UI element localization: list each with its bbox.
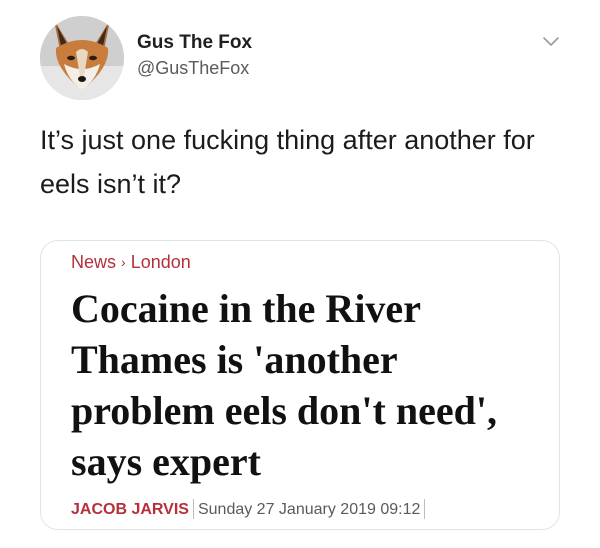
article-headline[interactable]: Cocaine in the River Thames is 'another … [71, 283, 531, 487]
byline-divider-end [424, 499, 426, 519]
tweet: Gus The Fox @GusTheFox It’s just one fuc… [0, 0, 600, 548]
breadcrumb-london[interactable]: London [131, 252, 191, 272]
author-name[interactable]: JACOB JARVIS [71, 501, 189, 518]
breadcrumb-news[interactable]: News [71, 252, 116, 272]
user-handle[interactable]: @GusTheFox [137, 58, 249, 79]
fox-avatar-icon [40, 16, 124, 100]
chevron-down-icon[interactable] [542, 34, 560, 48]
byline-divider [192, 499, 194, 519]
byline: JACOB JARVIS Sunday 27 January 2019 09:12 [71, 499, 429, 519]
tweet-text: It’s just one fucking thing after anothe… [40, 125, 535, 199]
publish-date: Sunday 27 January 2019 09:12 [197, 501, 421, 518]
breadcrumb: News › London [71, 251, 191, 273]
avatar[interactable] [40, 16, 124, 100]
display-name[interactable]: Gus The Fox [137, 32, 252, 54]
chevron-right-icon: › [121, 254, 126, 271]
article-card[interactable]: News › London Cocaine in the River Thames … [40, 240, 560, 530]
